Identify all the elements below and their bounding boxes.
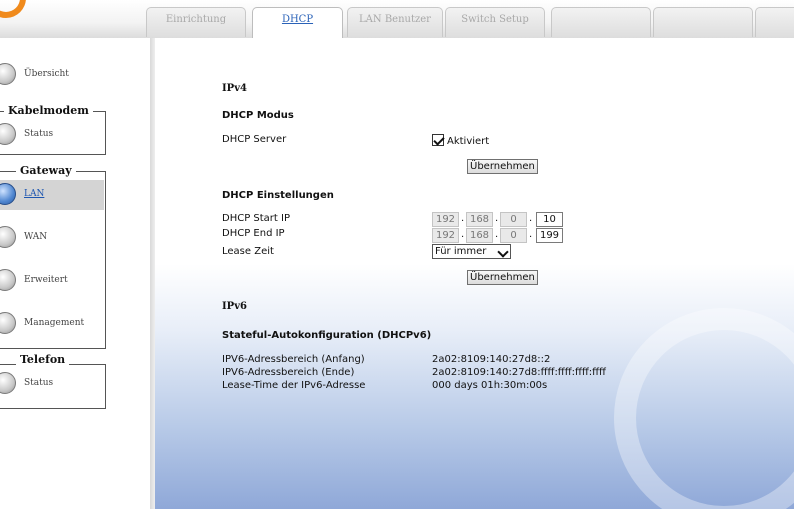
ipv6-lease-time-label: Lease-Time der IPv6-Adresse [222,380,366,391]
group-title-kabelmodem: Kabelmodem [4,104,93,117]
ipv6-title: IPv6 [222,301,247,312]
sidebar-item-lan[interactable]: LAN [0,180,104,210]
tab-empty-2[interactable] [653,7,753,37]
tab-dhcp[interactable]: DHCP [252,7,343,39]
sidebar-item-kabelmodem-status[interactable]: Status [0,120,104,150]
ipv6-lease-time-value: 000 days 01h:30m:00s [432,380,548,391]
background-decoration [614,308,794,509]
group-title-gateway: Gateway [16,164,76,177]
start-ip-octet-2: 168 [466,212,493,227]
globe-icon [0,226,16,248]
ipv6-range-start-label: IPV6-Adressbereich (Anfang) [222,354,365,365]
gear-icon [0,312,16,334]
ip-dot: . [461,229,465,240]
sidebar-item-wan[interactable]: WAN [0,223,104,253]
sidebar-item-label: Status [24,129,54,139]
end-ip-octet-1: 192 [432,228,459,243]
ip-dot: . [529,213,533,224]
dhcp-mode-title: DHCP Modus [222,110,294,121]
end-ip-octet-3: 0 [500,228,527,243]
dhcp-server-value: Aktiviert [447,136,490,147]
dhcp-mode-apply-button[interactable]: Übernehmen [467,159,538,174]
dhcp-settings-apply-button[interactable]: Übernehmen [467,270,538,285]
sidebar-item-label: Erweitert [24,275,68,285]
ip-dot: . [495,213,499,224]
tab-lan-benutzer[interactable]: LAN Benutzer [347,7,443,37]
start-ip-octet-4-input[interactable]: 10 [536,212,563,227]
sidebar-item-erweitert[interactable]: Erweitert [0,266,104,296]
start-ip-octet-1: 192 [432,212,459,227]
dhcp-server-checkbox[interactable] [432,134,444,146]
sidebar-item-label: Management [24,318,85,328]
network-icon [0,183,16,205]
sidebar-item-management[interactable]: Management [0,309,104,339]
chevron-down-icon [497,246,509,258]
brand-logo-icon [0,0,26,18]
end-ip-octet-4-input[interactable]: 199 [536,228,563,243]
ipv6-range-start-value: 2a02:8109:140:27d8::2 [432,354,551,365]
start-ip-octet-3: 0 [500,212,527,227]
sidebar: Übersicht Kabelmodem Status Gateway LAN … [0,38,148,509]
tab-einrichtung[interactable]: Einrichtung [146,7,246,37]
sidebar-item-label: LAN [24,189,45,199]
stateful-title: Stateful-Autokonfiguration (DHCPv6) [222,330,432,341]
tab-empty-1[interactable] [551,7,651,37]
ipv4-title: IPv4 [222,83,247,94]
sidebar-item-uebersicht[interactable]: Übersicht [0,60,104,90]
sidebar-item-telefon-status[interactable]: Status [0,369,104,399]
tab-switch-setup[interactable]: Switch Setup [445,7,545,37]
group-title-telefon: Telefon [16,353,70,366]
main-content: IPv4 DHCP Modus DHCP Server Aktiviert Üb… [155,38,794,509]
phone-icon [0,372,16,394]
advanced-icon [0,269,16,291]
wrench-icon [0,123,16,145]
ipv6-range-end-label: IPV6-Adressbereich (Ende) [222,367,355,378]
lease-time-selected-value: Für immer [435,246,487,257]
end-ip-octet-2: 168 [466,228,493,243]
dhcp-end-ip-label: DHCP End IP [222,228,285,239]
sidebar-item-label: Status [24,378,54,388]
ip-dot: . [461,213,465,224]
ip-dot: . [529,229,533,240]
ipv6-range-end-value: 2a02:8109:140:27d8:ffff:ffff:ffff:ffff [432,367,606,378]
sidebar-item-label: Übersicht [24,69,69,79]
dhcp-server-label: DHCP Server [222,134,287,145]
sidebar-item-label: WAN [24,232,48,242]
lease-time-label: Lease Zeit [222,246,274,257]
ip-dot: . [495,229,499,240]
dhcp-start-ip-label: DHCP Start IP [222,213,290,224]
list-icon [0,63,16,85]
tab-empty-3[interactable] [755,7,794,37]
dhcp-settings-title: DHCP Einstellungen [222,190,334,201]
top-header: Einrichtung DHCP LAN Benutzer Switch Set… [0,0,794,39]
lease-time-select[interactable]: Für immer [432,244,511,259]
